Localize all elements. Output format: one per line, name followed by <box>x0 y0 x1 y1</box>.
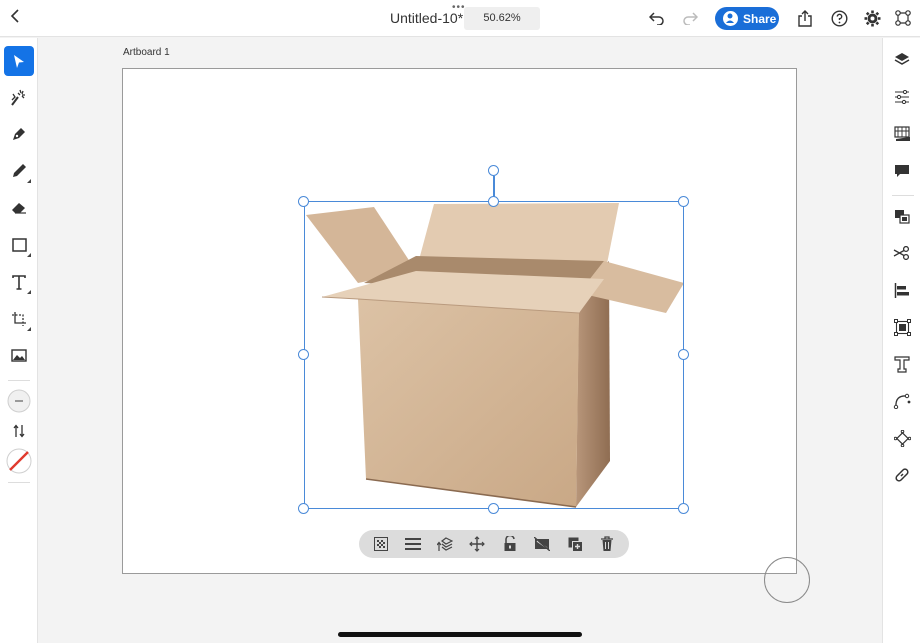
path-icon[interactable] <box>892 391 912 411</box>
share-button[interactable]: Share <box>715 7 779 30</box>
rectangle-tool[interactable] <box>4 230 34 260</box>
left-toolbar <box>0 38 38 643</box>
link-icon[interactable] <box>892 465 912 485</box>
right-panel <box>882 38 920 643</box>
resize-handle-bottom[interactable] <box>488 503 499 514</box>
document-title[interactable]: Untitled-10* <box>390 10 463 26</box>
transform-icon <box>11 311 27 327</box>
unlock-icon[interactable] <box>502 536 518 552</box>
gear-icon[interactable] <box>862 8 882 28</box>
help-icon[interactable] <box>829 8 849 28</box>
rotate-handle[interactable] <box>488 165 499 176</box>
resize-handle-top[interactable] <box>488 196 499 207</box>
cut-icon[interactable] <box>892 243 912 263</box>
artboard-label[interactable]: Artboard 1 <box>123 47 170 58</box>
add-user-icon <box>723 11 738 26</box>
arrow-pointer-icon <box>13 54 25 69</box>
eraser-icon <box>11 201 27 215</box>
pattern-icon[interactable] <box>892 428 912 448</box>
undo-icon[interactable] <box>647 8 667 28</box>
pencil-icon <box>11 163 27 179</box>
hide-icon[interactable] <box>534 536 550 552</box>
magic-wand-icon <box>9 88 29 106</box>
no-fill-swatch-icon <box>6 448 32 474</box>
selection-bounding-box[interactable] <box>304 201 684 509</box>
eraser-tool[interactable] <box>4 193 34 223</box>
select-tool[interactable] <box>4 46 34 76</box>
stroke-width-control[interactable] <box>4 386 34 416</box>
zoom-level[interactable]: 50.62% <box>464 7 540 30</box>
image-trace-icon[interactable] <box>892 317 912 337</box>
quick-select-tool[interactable] <box>4 82 34 112</box>
context-action-bar <box>359 530 629 558</box>
minus-circle-icon <box>7 389 31 413</box>
move-icon[interactable] <box>469 536 485 552</box>
resize-handle-left[interactable] <box>298 349 309 360</box>
chevron-left-icon[interactable] <box>10 8 28 28</box>
resize-handle-right[interactable] <box>678 349 689 360</box>
place-image-tool[interactable] <box>4 340 34 370</box>
transform-tool[interactable] <box>4 304 34 334</box>
touch-shortcut-button[interactable] <box>764 557 810 603</box>
transparency-icon[interactable] <box>373 536 389 552</box>
arrange-icon[interactable] <box>892 206 912 226</box>
redo-icon[interactable] <box>680 8 700 28</box>
arrange-layers-icon[interactable] <box>437 536 453 552</box>
menu-lines-icon[interactable] <box>405 536 421 552</box>
top-bar: ••• Untitled-10* 50.62% Share <box>0 0 920 37</box>
trash-icon[interactable] <box>599 536 615 552</box>
libraries-icon[interactable] <box>892 124 912 144</box>
swap-fill-stroke-button[interactable] <box>4 416 34 446</box>
duplicate-icon[interactable] <box>567 536 583 552</box>
align-icon[interactable] <box>892 280 912 300</box>
comments-icon[interactable] <box>892 161 912 181</box>
resize-handle-top-right[interactable] <box>678 196 689 207</box>
share-upload-icon[interactable] <box>795 8 815 28</box>
pen-nib-icon <box>11 126 27 142</box>
image-icon <box>11 348 27 362</box>
properties-icon[interactable] <box>892 87 912 107</box>
text-icon <box>12 274 26 290</box>
home-indicator[interactable] <box>338 632 582 637</box>
resize-handle-bottom-right[interactable] <box>678 503 689 514</box>
share-label: Share <box>743 11 777 26</box>
text-tool[interactable] <box>4 267 34 297</box>
pencil-tool[interactable] <box>4 156 34 186</box>
type-icon[interactable] <box>892 354 912 374</box>
rectangle-icon <box>11 238 27 252</box>
resize-handle-top-left[interactable] <box>298 196 309 207</box>
fill-color-swatch[interactable] <box>4 446 34 476</box>
resize-handle-bottom-left[interactable] <box>298 503 309 514</box>
layers-icon[interactable] <box>892 50 912 70</box>
pen-tool[interactable] <box>4 119 34 149</box>
preview-icon[interactable] <box>893 8 913 28</box>
swap-arrows-icon <box>13 424 25 438</box>
